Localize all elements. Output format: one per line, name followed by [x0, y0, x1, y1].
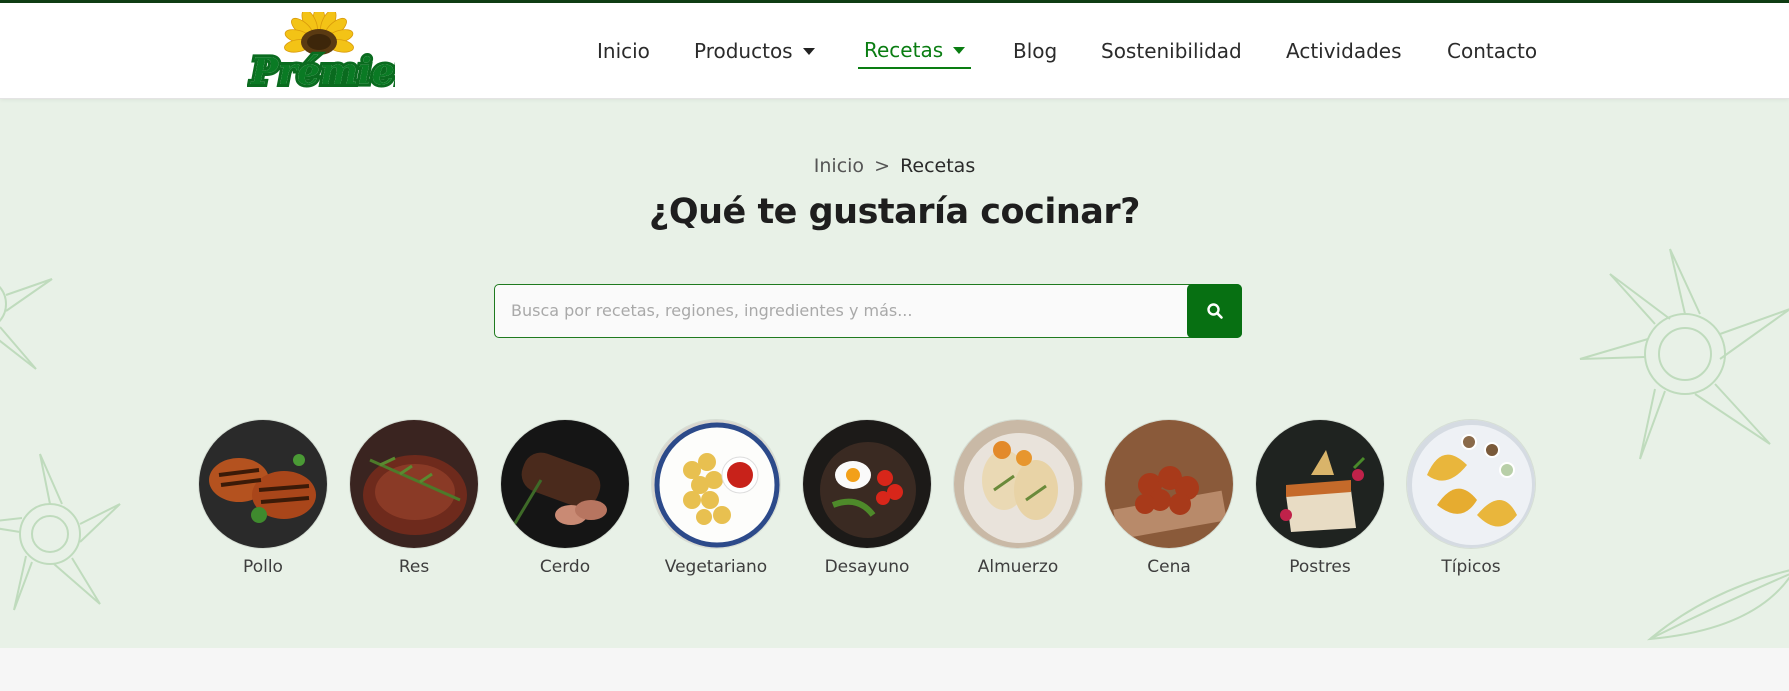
category-label: Desayuno — [824, 557, 910, 577]
category-label: Almuerzo — [977, 557, 1059, 577]
nav-productos[interactable]: Productos — [694, 33, 815, 69]
category-res[interactable]: Res — [339, 419, 489, 577]
nav-label: Inicio — [597, 39, 650, 63]
category-desayuno[interactable]: Desayuno — [792, 419, 942, 577]
nav-blog[interactable]: Blog — [1013, 33, 1057, 69]
category-image-tipicos — [1406, 419, 1536, 549]
breadcrumb: Inicio > Recetas — [0, 155, 1789, 177]
category-pollo[interactable]: Pollo — [188, 419, 338, 577]
site-header: Prémier Prémier Inicio Productos Recetas… — [0, 3, 1789, 99]
caret-down-icon — [953, 46, 966, 54]
nav-contacto[interactable]: Contacto — [1447, 33, 1537, 69]
breadcrumb-home-link[interactable]: Inicio — [814, 155, 864, 177]
nav-label: Actividades — [1286, 39, 1402, 63]
nav-label: Contacto — [1447, 39, 1538, 63]
category-image-vegetariano — [651, 419, 781, 549]
nav-label: Productos — [694, 39, 793, 63]
page-bottom-section — [0, 648, 1789, 691]
category-image-almuerzo — [953, 419, 1083, 549]
category-postres[interactable]: Postres — [1245, 419, 1395, 577]
nav-label: Sostenibilidad — [1101, 39, 1242, 63]
category-image-postres — [1255, 419, 1385, 549]
category-vegetariano[interactable]: Vegetariano — [641, 419, 791, 577]
recipe-search-bar — [494, 284, 1242, 338]
nav-label: Blog — [1013, 39, 1058, 63]
category-label: Res — [398, 557, 430, 577]
sunflower-sketch-icon — [0, 278, 53, 370]
category-image-desayuno — [802, 419, 932, 549]
search-input[interactable] — [511, 285, 1201, 336]
nav-sostenibilidad[interactable]: Sostenibilidad — [1101, 33, 1242, 69]
category-image-res — [349, 419, 479, 549]
category-label: Cena — [1147, 557, 1191, 577]
category-cena[interactable]: Cena — [1094, 419, 1244, 577]
category-image-cerdo — [500, 419, 630, 549]
category-label: Cerdo — [539, 557, 591, 577]
breadcrumb-current: Recetas — [900, 155, 976, 177]
search-button[interactable] — [1187, 284, 1242, 338]
category-image-pollo — [198, 419, 328, 549]
main-nav: Inicio Productos Recetas Blog Sostenibil… — [0, 3, 1789, 99]
caret-down-icon — [802, 47, 815, 55]
category-tipicos[interactable]: Típicos — [1396, 419, 1546, 577]
category-label: Vegetariano — [664, 557, 768, 577]
page-title: ¿Qué te gustaría cocinar? — [649, 192, 1140, 232]
search-icon — [1206, 303, 1223, 319]
recipes-hero: Inicio > Recetas ¿Qué te gustaría cocina… — [0, 99, 1789, 648]
category-label: Postres — [1289, 557, 1351, 577]
category-label: Típicos — [1441, 557, 1501, 577]
category-label: Pollo — [243, 557, 283, 577]
nav-recetas[interactable]: Recetas — [858, 33, 972, 69]
nav-inicio[interactable]: Inicio — [597, 33, 650, 69]
category-image-cena — [1104, 419, 1234, 549]
nav-actividades[interactable]: Actividades — [1286, 33, 1402, 69]
nav-label: Recetas — [864, 38, 944, 62]
breadcrumb-separator: > — [874, 155, 891, 177]
category-almuerzo[interactable]: Almuerzo — [943, 419, 1093, 577]
category-cerdo[interactable]: Cerdo — [490, 419, 640, 577]
category-list: Pollo Res Cerdo Vegetariano Desayuno Alm… — [0, 419, 1789, 589]
